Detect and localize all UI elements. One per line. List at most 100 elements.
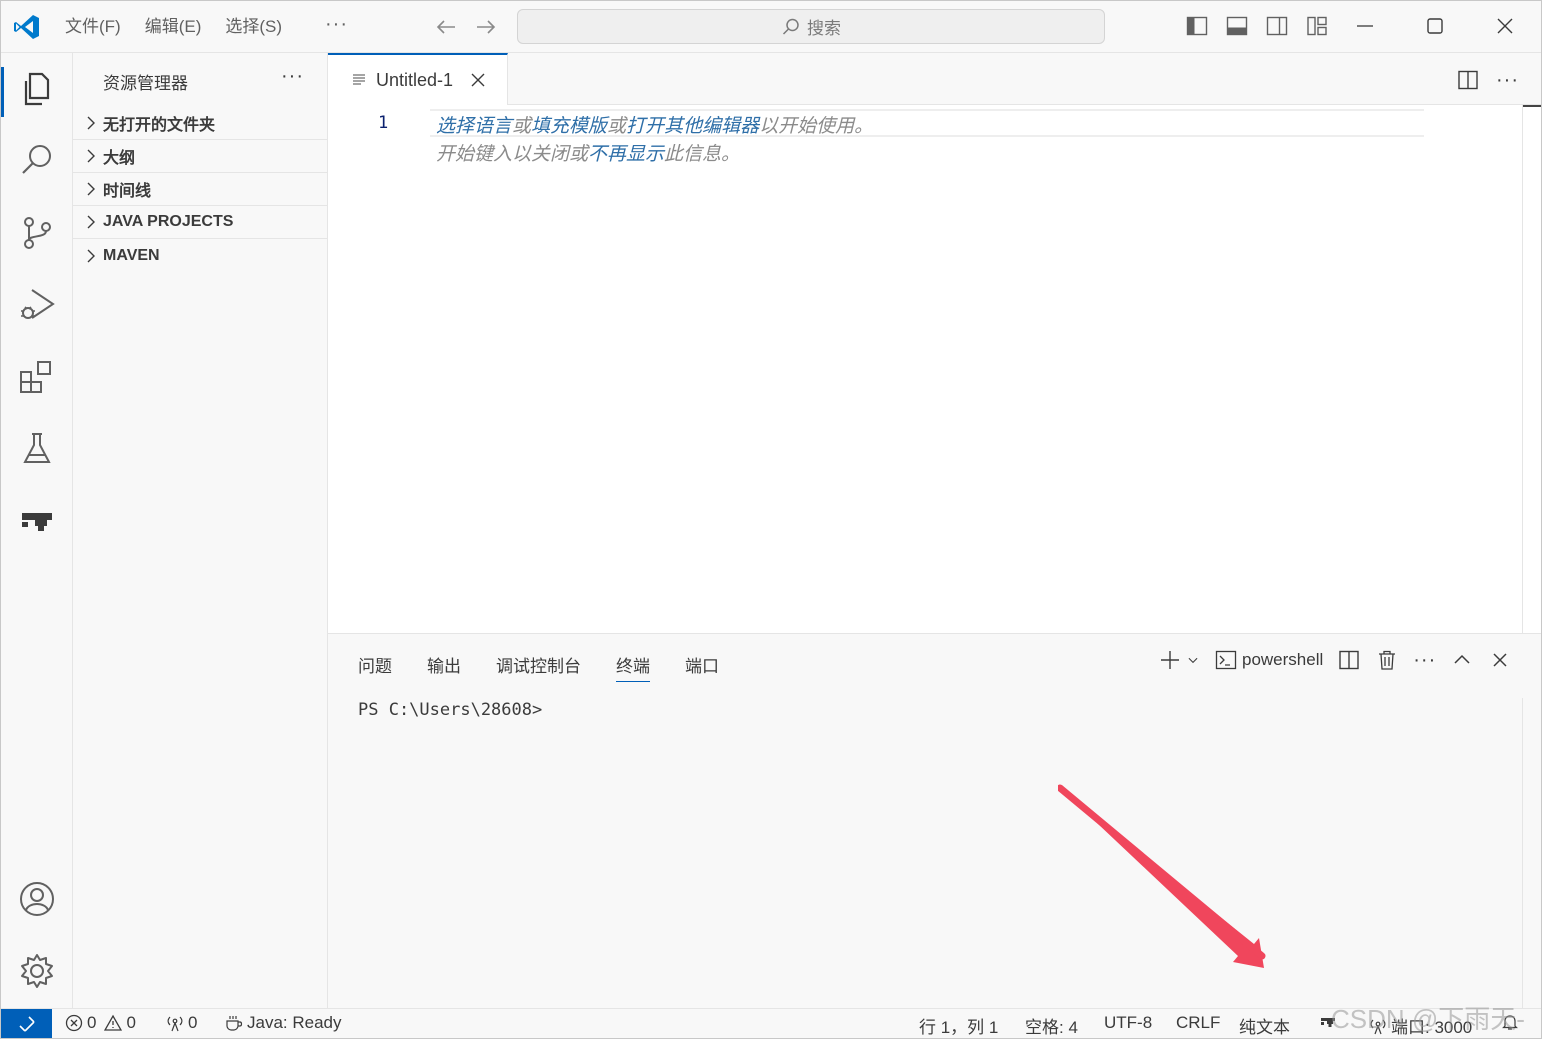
hint-separator: 或	[607, 116, 627, 137]
arrow-left-icon[interactable]	[433, 14, 459, 40]
sidebar-title: 资源管理器	[103, 74, 188, 93]
broadcast-icon	[167, 1016, 183, 1032]
terminal-selector[interactable]: powershell	[1214, 648, 1323, 672]
annotation-arrow-icon	[1058, 784, 1266, 968]
error-count: 0	[87, 1013, 97, 1032]
tab-untitled-1[interactable]: Untitled-1	[328, 53, 508, 105]
chevron-down-icon	[1188, 657, 1198, 664]
error-icon	[65, 1014, 83, 1032]
editor-more-button[interactable]: ···	[1496, 69, 1519, 92]
terminal-scrollbar[interactable]	[1522, 698, 1541, 1009]
menu-edit[interactable]: 编辑(E)	[145, 15, 202, 39]
menu-file[interactable]: 文件(F)	[65, 15, 121, 39]
maximize-icon[interactable]	[1423, 14, 1447, 38]
account-icon	[20, 882, 54, 916]
section-label: 无打开的文件夹	[103, 117, 216, 134]
menu-bar: 文件(F) 编辑(E) 选择(S)	[65, 15, 282, 39]
warning-count: 0	[126, 1013, 136, 1032]
remote-explorer-button[interactable]	[17, 501, 57, 541]
tab-problems[interactable]: 问题	[358, 652, 392, 682]
manage-button[interactable]	[17, 951, 57, 991]
close-icon[interactable]	[469, 71, 487, 89]
chevron-right-icon	[87, 249, 95, 262]
empty-editor-hint-line1: 选择语言或填充模版或打开其他编辑器以开始使用。	[436, 111, 873, 138]
open-other-editor-link[interactable]: 打开其他编辑器	[626, 116, 759, 137]
tab-label: Untitled-1	[376, 69, 454, 90]
indentation-status[interactable]: 空格: 4	[1025, 1013, 1078, 1038]
problems-status[interactable]: 0 0	[65, 1013, 136, 1033]
run-debug-button[interactable]	[17, 285, 57, 325]
remote-icon	[18, 1016, 35, 1032]
encoding-status[interactable]: UTF-8	[1104, 1013, 1152, 1033]
section-open-folder[interactable]: 无打开的文件夹	[73, 107, 328, 140]
new-terminal-button[interactable]	[1158, 648, 1200, 672]
toggle-secondary-sidebar-icon[interactable]	[1265, 14, 1289, 38]
run-debug-icon	[21, 289, 55, 319]
layout-controls	[1185, 14, 1329, 38]
tab-output[interactable]: 输出	[427, 652, 461, 682]
menu-more-button[interactable]: ···	[325, 13, 348, 36]
section-java-projects[interactable]: JAVA PROJECTS	[73, 206, 328, 239]
section-outline[interactable]: 大纲	[73, 140, 328, 173]
editor-tab-bar: Untitled-1 ···	[328, 53, 1541, 105]
status-bar: 0 0 0 Java: Ready 行 1，列 1 空格: 4 UTF-8 CR…	[1, 1004, 1541, 1038]
chevron-up-icon[interactable]	[1450, 648, 1474, 672]
language-mode-status[interactable]: 纯文本	[1239, 1013, 1290, 1038]
trash-icon[interactable]	[1375, 648, 1399, 672]
tab-terminal[interactable]: 终端	[616, 652, 650, 682]
remote-indicator[interactable]	[1, 1009, 52, 1038]
dont-show-again-link[interactable]: 不再显示	[588, 144, 664, 165]
plus-icon	[1161, 651, 1179, 669]
terminal-output[interactable]: PS C:\Users\28608>	[358, 700, 542, 720]
indentation-label: 空格: 4	[1025, 1018, 1078, 1037]
accounts-button[interactable]	[17, 879, 57, 919]
chevron-right-icon	[87, 182, 95, 196]
section-maven[interactable]: MAVEN	[73, 239, 328, 272]
panel-more-button[interactable]: ···	[1413, 649, 1436, 672]
cursor-position[interactable]: 行 1，列 1	[919, 1013, 998, 1038]
search-view-button[interactable]	[17, 141, 57, 181]
chevron-right-icon	[87, 116, 95, 130]
menu-select[interactable]: 选择(S)	[225, 15, 282, 39]
empty-editor-hint-line2: 开始键入以关闭或不再显示此信息。	[436, 139, 740, 166]
testing-button[interactable]	[17, 429, 57, 469]
shell-name: powershell	[1242, 650, 1324, 669]
eol-status[interactable]: CRLF	[1176, 1013, 1220, 1033]
editor-scrollbar[interactable]	[1522, 105, 1541, 633]
code-editor[interactable]: 1 选择语言或填充模版或打开其他编辑器以开始使用。 开始键入以关闭或不再显示此信…	[328, 105, 1523, 633]
hint-tail: 以开始使用。	[759, 116, 874, 137]
toggle-primary-sidebar-icon[interactable]	[1185, 14, 1209, 38]
remote-explorer-icon	[22, 513, 52, 531]
source-control-button[interactable]	[17, 213, 57, 253]
extensions-button[interactable]	[17, 357, 57, 397]
hint-separator: 或	[512, 116, 532, 137]
close-panel-icon[interactable]	[1488, 648, 1512, 672]
eol-label: CRLF	[1176, 1013, 1221, 1032]
explorer-button[interactable]	[17, 69, 57, 109]
customize-layout-icon[interactable]	[1305, 14, 1329, 38]
panel-tab-bar: 问题 输出 调试控制台 终端 端口	[358, 652, 719, 682]
split-terminal-icon[interactable]	[1337, 648, 1361, 672]
command-center-search[interactable]: 搜索	[517, 9, 1105, 44]
activity-bar	[1, 53, 73, 1008]
close-window-icon[interactable]	[1493, 14, 1517, 38]
arrow-right-icon[interactable]	[473, 14, 499, 40]
section-timeline[interactable]: 时间线	[73, 173, 328, 206]
select-language-link[interactable]: 选择语言	[436, 116, 512, 137]
ports-forwarded-status[interactable]: 0	[166, 1013, 197, 1033]
sidebar-more-button[interactable]: ···	[281, 65, 304, 88]
tab-debug-console[interactable]: 调试控制台	[496, 652, 581, 682]
plain-text-file-icon	[353, 74, 365, 85]
fill-template-link[interactable]: 填充模版	[531, 116, 607, 137]
warning-icon	[104, 1014, 123, 1031]
toggle-panel-icon[interactable]	[1225, 14, 1249, 38]
files-icon	[24, 72, 50, 106]
ports-forwarded-count: 0	[188, 1013, 198, 1032]
minimize-icon[interactable]	[1353, 14, 1377, 38]
java-status[interactable]: Java: Ready	[225, 1013, 342, 1033]
tab-ports[interactable]: 端口	[685, 652, 719, 682]
split-editor-icon[interactable]	[1456, 68, 1480, 92]
terminal-prompt: PS C:\Users\28608>	[358, 700, 543, 720]
explorer-sidebar: 资源管理器 ··· 无打开的文件夹 大纲 时间线 JAVA PROJECTS M…	[73, 53, 328, 1008]
chevron-right-icon	[87, 149, 95, 163]
